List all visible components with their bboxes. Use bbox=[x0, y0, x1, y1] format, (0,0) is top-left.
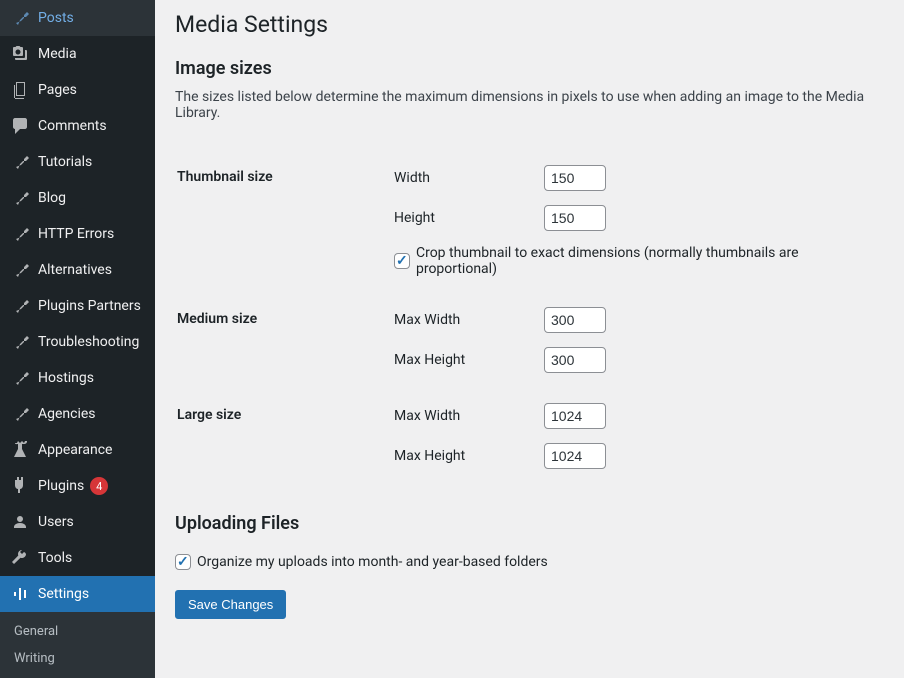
sidebar-item-posts[interactable]: Posts bbox=[0, 0, 155, 36]
pushpin-icon bbox=[10, 368, 30, 388]
appearance-icon bbox=[10, 440, 30, 460]
sidebar-item-label: Comments bbox=[38, 118, 107, 134]
sidebar-item-settings[interactable]: Settings bbox=[0, 576, 155, 612]
sidebar-item-appearance[interactable]: Appearance bbox=[0, 432, 155, 468]
medium-maxwidth-input[interactable] bbox=[544, 307, 606, 333]
pushpin-icon bbox=[10, 188, 30, 208]
sidebar-item-label: Plugins Partners bbox=[38, 298, 141, 314]
sidebar-item-blog[interactable]: Blog bbox=[0, 180, 155, 216]
thumbnail-size-label: Thumbnail size bbox=[177, 151, 392, 291]
sidebar-item-label: Alternatives bbox=[38, 262, 112, 278]
sidebar-item-label: Tutorials bbox=[38, 154, 92, 170]
medium-maxwidth-label: Max Width bbox=[394, 312, 544, 328]
image-sizes-heading: Image sizes bbox=[175, 58, 884, 79]
sidebar-item-comments[interactable]: Comments bbox=[0, 108, 155, 144]
sidebar-item-agencies[interactable]: Agencies bbox=[0, 396, 155, 432]
sidebar-item-label: Tools bbox=[38, 550, 72, 566]
thumbnail-width-label: Width bbox=[394, 170, 544, 186]
sidebar-item-label: Posts bbox=[38, 10, 74, 26]
sidebar-item-label: Agencies bbox=[38, 406, 96, 422]
sidebar-item-hostings[interactable]: Hostings bbox=[0, 360, 155, 396]
organize-uploads-label[interactable]: Organize my uploads into month- and year… bbox=[197, 554, 548, 570]
sidebar-item-alternatives[interactable]: Alternatives bbox=[0, 252, 155, 288]
pushpin-icon bbox=[10, 8, 30, 28]
pushpin-icon bbox=[10, 404, 30, 424]
crop-thumbnail-checkbox[interactable] bbox=[394, 253, 410, 269]
submenu-writing[interactable]: Writing bbox=[0, 645, 155, 672]
admin-sidebar: Posts Media Pages Comments Tutorials Blo… bbox=[0, 0, 155, 654]
large-maxheight-input[interactable] bbox=[544, 443, 606, 469]
save-changes-button[interactable]: Save Changes bbox=[175, 590, 286, 619]
submenu-general[interactable]: General bbox=[0, 618, 155, 645]
sidebar-item-plugins[interactable]: Plugins 4 bbox=[0, 468, 155, 504]
sidebar-item-pages[interactable]: Pages bbox=[0, 72, 155, 108]
crop-thumbnail-label[interactable]: Crop thumbnail to exact dimensions (norm… bbox=[416, 245, 882, 277]
thumbnail-height-label: Height bbox=[394, 210, 544, 226]
page-title: Media Settings bbox=[175, 10, 884, 40]
medium-maxheight-input[interactable] bbox=[544, 347, 606, 373]
sidebar-item-label: Troubleshooting bbox=[38, 334, 139, 350]
plugins-icon bbox=[10, 476, 30, 496]
sidebar-item-label: Hostings bbox=[38, 370, 94, 386]
sidebar-item-users[interactable]: Users bbox=[0, 504, 155, 540]
settings-submenu: General Writing bbox=[0, 612, 155, 678]
sidebar-item-label: Plugins bbox=[38, 478, 84, 494]
tools-icon bbox=[10, 548, 30, 568]
medium-maxheight-label: Max Height bbox=[394, 352, 544, 368]
sidebar-item-label: Appearance bbox=[38, 442, 112, 458]
image-sizes-description: The sizes listed below determine the max… bbox=[175, 89, 884, 121]
pushpin-icon bbox=[10, 296, 30, 316]
sidebar-item-troubleshooting[interactable]: Troubleshooting bbox=[0, 324, 155, 360]
sidebar-item-http-errors[interactable]: HTTP Errors bbox=[0, 216, 155, 252]
settings-icon bbox=[10, 584, 30, 604]
pushpin-icon bbox=[10, 224, 30, 244]
large-size-label: Large size bbox=[177, 389, 392, 483]
thumbnail-width-input[interactable] bbox=[544, 165, 606, 191]
uploading-files-heading: Uploading Files bbox=[175, 513, 884, 534]
sidebar-item-label: Settings bbox=[38, 586, 89, 602]
media-icon bbox=[10, 44, 30, 64]
sidebar-item-label: Media bbox=[38, 46, 77, 62]
users-icon bbox=[10, 512, 30, 532]
plugin-update-badge: 4 bbox=[90, 477, 108, 495]
large-maxwidth-label: Max Width bbox=[394, 408, 544, 424]
organize-uploads-checkbox[interactable] bbox=[175, 554, 191, 570]
sidebar-item-plugins-partners[interactable]: Plugins Partners bbox=[0, 288, 155, 324]
pushpin-icon bbox=[10, 332, 30, 352]
pushpin-icon bbox=[10, 152, 30, 172]
settings-content: Media Settings Image sizes The sizes lis… bbox=[155, 0, 904, 654]
page-icon bbox=[10, 80, 30, 100]
thumbnail-height-input[interactable] bbox=[544, 205, 606, 231]
pushpin-icon bbox=[10, 260, 30, 280]
comment-icon bbox=[10, 116, 30, 136]
sidebar-item-media[interactable]: Media bbox=[0, 36, 155, 72]
sidebar-item-tutorials[interactable]: Tutorials bbox=[0, 144, 155, 180]
sidebar-item-tools[interactable]: Tools bbox=[0, 540, 155, 576]
large-maxwidth-input[interactable] bbox=[544, 403, 606, 429]
image-sizes-table: Thumbnail size Width Height Crop thumbna… bbox=[175, 149, 884, 485]
sidebar-item-label: Users bbox=[38, 514, 74, 530]
sidebar-item-label: Pages bbox=[38, 82, 77, 98]
sidebar-item-label: Blog bbox=[38, 190, 66, 206]
sidebar-item-label: HTTP Errors bbox=[38, 226, 114, 242]
medium-size-label: Medium size bbox=[177, 293, 392, 387]
large-maxheight-label: Max Height bbox=[394, 448, 544, 464]
